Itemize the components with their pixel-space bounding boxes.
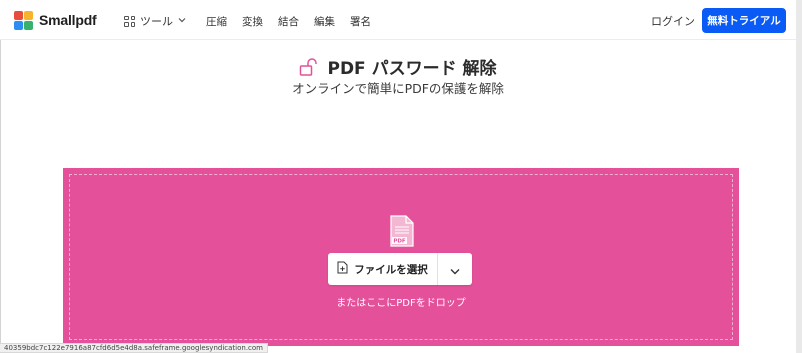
free-trial-button[interactable]: 無料トライアル bbox=[702, 8, 786, 33]
smallpdf-logo-icon bbox=[14, 10, 33, 30]
nav-link-edit[interactable]: 編集 bbox=[314, 14, 335, 29]
main-nav: ツール 圧縮 変換 結合 編集 署名 bbox=[124, 12, 386, 30]
brand-name: Smallpdf bbox=[39, 12, 97, 28]
choose-file-label: ファイルを選択 bbox=[354, 263, 428, 276]
page-subtitle: オンラインで簡単にPDFの保護を解除 bbox=[292, 81, 504, 96]
drop-hint: またはここにPDFをドロップ bbox=[336, 298, 466, 309]
pdf-file-icon: PDF bbox=[388, 215, 416, 247]
top-header: Smallpdf ツール 圧縮 変換 結合 編集 署名 ログイン 無料トライアル bbox=[0, 0, 796, 40]
page-title: PDF パスワード 解除 bbox=[327, 59, 497, 79]
file-dropzone[interactable]: PDF ファイルを選択 またはここにPDFをドロップ bbox=[63, 168, 739, 346]
brand-logo[interactable]: Smallpdf bbox=[14, 10, 97, 30]
nav-link-convert[interactable]: 変換 bbox=[242, 14, 263, 29]
svg-text:PDF: PDF bbox=[393, 239, 406, 245]
choose-file-button[interactable]: ファイルを選択 bbox=[328, 253, 438, 285]
nav-link-sign[interactable]: 署名 bbox=[350, 14, 371, 29]
dropzone-inner[interactable]: PDF ファイルを選択 またはここにPDFをドロップ bbox=[69, 174, 733, 340]
nav-link-merge[interactable]: 結合 bbox=[278, 14, 299, 29]
nav-link-compress[interactable]: 圧縮 bbox=[206, 14, 227, 29]
unlock-icon bbox=[299, 57, 319, 76]
title-row: PDF パスワード 解除 bbox=[0, 54, 796, 79]
login-link[interactable]: ログイン bbox=[651, 13, 695, 29]
chevron-down-icon bbox=[178, 16, 186, 26]
status-bar-url: 40359bdc7c122e7916a87cfd6d5e4d8a.safefra… bbox=[0, 343, 268, 353]
tools-label: ツール bbox=[140, 15, 173, 28]
upload-source-dropdown[interactable] bbox=[438, 253, 472, 285]
file-select-group: ファイルを選択 bbox=[328, 253, 472, 285]
file-add-icon bbox=[337, 261, 348, 277]
chevron-down-icon bbox=[450, 260, 460, 279]
grid-icon bbox=[124, 15, 135, 27]
tools-menu[interactable]: ツール bbox=[124, 13, 186, 29]
